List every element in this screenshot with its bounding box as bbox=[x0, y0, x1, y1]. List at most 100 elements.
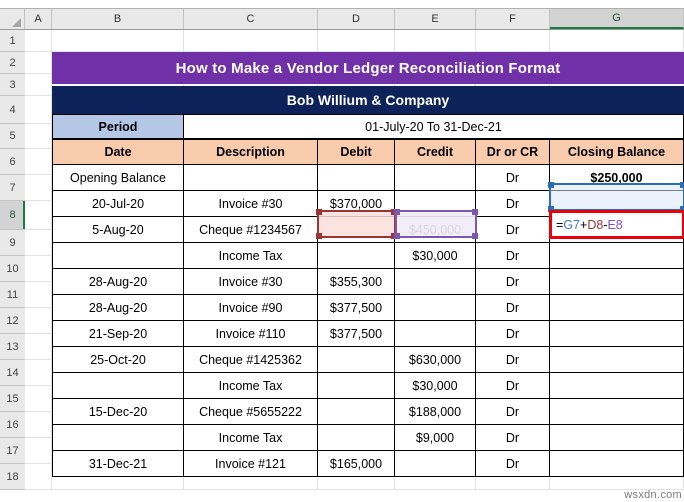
row-header-1[interactable]: 1 bbox=[0, 30, 25, 52]
grid-cell[interactable] bbox=[25, 282, 52, 308]
cell-drcr[interactable]: Dr bbox=[476, 269, 550, 295]
cell-drcr[interactable]: Dr bbox=[476, 191, 550, 217]
cell-description[interactable]: Income Tax bbox=[184, 373, 318, 399]
cell-debit[interactable]: $377,500 bbox=[318, 295, 395, 321]
cell-balance[interactable] bbox=[550, 269, 684, 295]
cell-description[interactable]: Invoice #30 bbox=[184, 191, 318, 217]
cell-description[interactable]: Cheque #1234567 bbox=[184, 217, 318, 243]
cell-drcr[interactable]: Dr bbox=[476, 321, 550, 347]
row-header-7[interactable]: 7 bbox=[0, 175, 25, 201]
column-header-c[interactable]: C bbox=[184, 9, 318, 29]
cell-date[interactable]: 5-Aug-20 bbox=[52, 217, 184, 243]
cell-debit[interactable] bbox=[318, 347, 395, 373]
cell-debit[interactable]: $370,000 bbox=[318, 191, 395, 217]
row-header-12[interactable]: 12 bbox=[0, 308, 25, 334]
cell-drcr[interactable]: Dr bbox=[476, 295, 550, 321]
cell-description[interactable]: Invoice #121 bbox=[184, 451, 318, 477]
row-header-14[interactable]: 14 bbox=[0, 360, 25, 386]
cell-credit[interactable] bbox=[395, 165, 476, 191]
cell-credit[interactable]: $188,000 bbox=[395, 399, 476, 425]
cell-drcr[interactable]: Dr bbox=[476, 347, 550, 373]
cell-balance[interactable] bbox=[550, 295, 684, 321]
cell-balance[interactable] bbox=[550, 321, 684, 347]
cell-debit[interactable] bbox=[318, 399, 395, 425]
row-header-17[interactable]: 17 bbox=[0, 438, 25, 464]
grid-cell[interactable] bbox=[25, 386, 52, 412]
cell-date[interactable] bbox=[52, 425, 184, 451]
cell-date[interactable]: 25-Oct-20 bbox=[52, 347, 184, 373]
cell-balance[interactable] bbox=[550, 243, 684, 269]
cell-date[interactable]: 31-Dec-21 bbox=[52, 451, 184, 477]
cell-description[interactable]: Cheque #1425362 bbox=[184, 347, 318, 373]
cell-date[interactable]: 28-Aug-20 bbox=[52, 295, 184, 321]
select-all-corner[interactable] bbox=[0, 9, 25, 29]
cell-debit[interactable] bbox=[318, 217, 395, 243]
grid-cell[interactable] bbox=[25, 308, 52, 334]
cell-description[interactable]: Invoice #110 bbox=[184, 321, 318, 347]
column-header-g[interactable]: G bbox=[550, 9, 684, 29]
grid-cell[interactable] bbox=[52, 30, 184, 52]
cell-debit[interactable]: $165,000 bbox=[318, 451, 395, 477]
cell-credit[interactable] bbox=[395, 191, 476, 217]
grid-cell[interactable] bbox=[25, 149, 52, 175]
column-header-d[interactable]: D bbox=[318, 9, 395, 29]
cell-drcr[interactable]: Dr bbox=[476, 451, 550, 477]
cell-date[interactable]: 20-Jul-20 bbox=[52, 191, 184, 217]
active-cell-editor-g8[interactable]: =G7+D8-E8 bbox=[549, 210, 684, 239]
cell-balance[interactable] bbox=[550, 399, 684, 425]
grid-cell[interactable] bbox=[25, 256, 52, 282]
row-header-3[interactable]: 3 bbox=[0, 74, 25, 96]
cell-credit[interactable]: $30,000 bbox=[395, 243, 476, 269]
cell-credit[interactable]: $9,000 bbox=[395, 425, 476, 451]
cell-description[interactable]: Invoice #30 bbox=[184, 269, 318, 295]
cell-drcr[interactable]: Dr bbox=[476, 165, 550, 191]
column-header-e[interactable]: E bbox=[395, 9, 476, 29]
grid-cell[interactable] bbox=[25, 52, 52, 74]
row-header-10[interactable]: 10 bbox=[0, 256, 25, 282]
grid-cell[interactable] bbox=[25, 360, 52, 386]
row-header-8[interactable]: 8 bbox=[0, 201, 25, 230]
grid-cell[interactable] bbox=[184, 30, 318, 52]
row-header-15[interactable]: 15 bbox=[0, 386, 25, 412]
grid-cell[interactable] bbox=[395, 30, 476, 52]
cell-description[interactable] bbox=[184, 165, 318, 191]
grid-cell[interactable] bbox=[25, 30, 52, 52]
row-header-11[interactable]: 11 bbox=[0, 282, 25, 308]
cell-credit[interactable]: $450,000 bbox=[395, 217, 476, 243]
column-header-f[interactable]: F bbox=[476, 9, 550, 29]
grid-cell[interactable] bbox=[550, 30, 684, 52]
cell-balance[interactable] bbox=[550, 347, 684, 373]
grid-cell[interactable] bbox=[25, 96, 52, 124]
row-header-2[interactable]: 2 bbox=[0, 52, 25, 74]
row-header-13[interactable]: 13 bbox=[0, 334, 25, 360]
cell-debit[interactable]: $355,300 bbox=[318, 269, 395, 295]
cell-date[interactable]: 21-Sep-20 bbox=[52, 321, 184, 347]
grid-cell[interactable] bbox=[25, 74, 52, 96]
grid-cell[interactable] bbox=[25, 334, 52, 360]
cell-description[interactable]: Income Tax bbox=[184, 243, 318, 269]
cell-drcr[interactable]: Dr bbox=[476, 373, 550, 399]
cell-debit[interactable] bbox=[318, 165, 395, 191]
cell-credit[interactable] bbox=[395, 295, 476, 321]
cell-balance[interactable] bbox=[550, 373, 684, 399]
cell-credit[interactable] bbox=[395, 451, 476, 477]
cell-debit[interactable] bbox=[318, 243, 395, 269]
cell-balance[interactable] bbox=[550, 451, 684, 477]
cell-description[interactable]: Income Tax bbox=[184, 425, 318, 451]
cell-balance[interactable]: $250,000 bbox=[550, 165, 684, 191]
row-header-9[interactable]: 9 bbox=[0, 230, 25, 256]
cell-date[interactable] bbox=[52, 373, 184, 399]
grid-cell[interactable] bbox=[25, 201, 52, 230]
cell-date[interactable]: 15-Dec-20 bbox=[52, 399, 184, 425]
grid-cell[interactable] bbox=[25, 464, 52, 490]
cell-drcr[interactable]: Dr bbox=[476, 243, 550, 269]
grid-cell[interactable] bbox=[25, 412, 52, 438]
grid-cell[interactable] bbox=[25, 175, 52, 201]
row-header-5[interactable]: 5 bbox=[0, 124, 25, 149]
cell-debit[interactable] bbox=[318, 373, 395, 399]
cell-date[interactable]: 28-Aug-20 bbox=[52, 269, 184, 295]
grid-cell[interactable] bbox=[25, 124, 52, 149]
cell-date[interactable] bbox=[52, 243, 184, 269]
cell-drcr[interactable]: Dr bbox=[476, 425, 550, 451]
cell-date[interactable]: Opening Balance bbox=[52, 165, 184, 191]
